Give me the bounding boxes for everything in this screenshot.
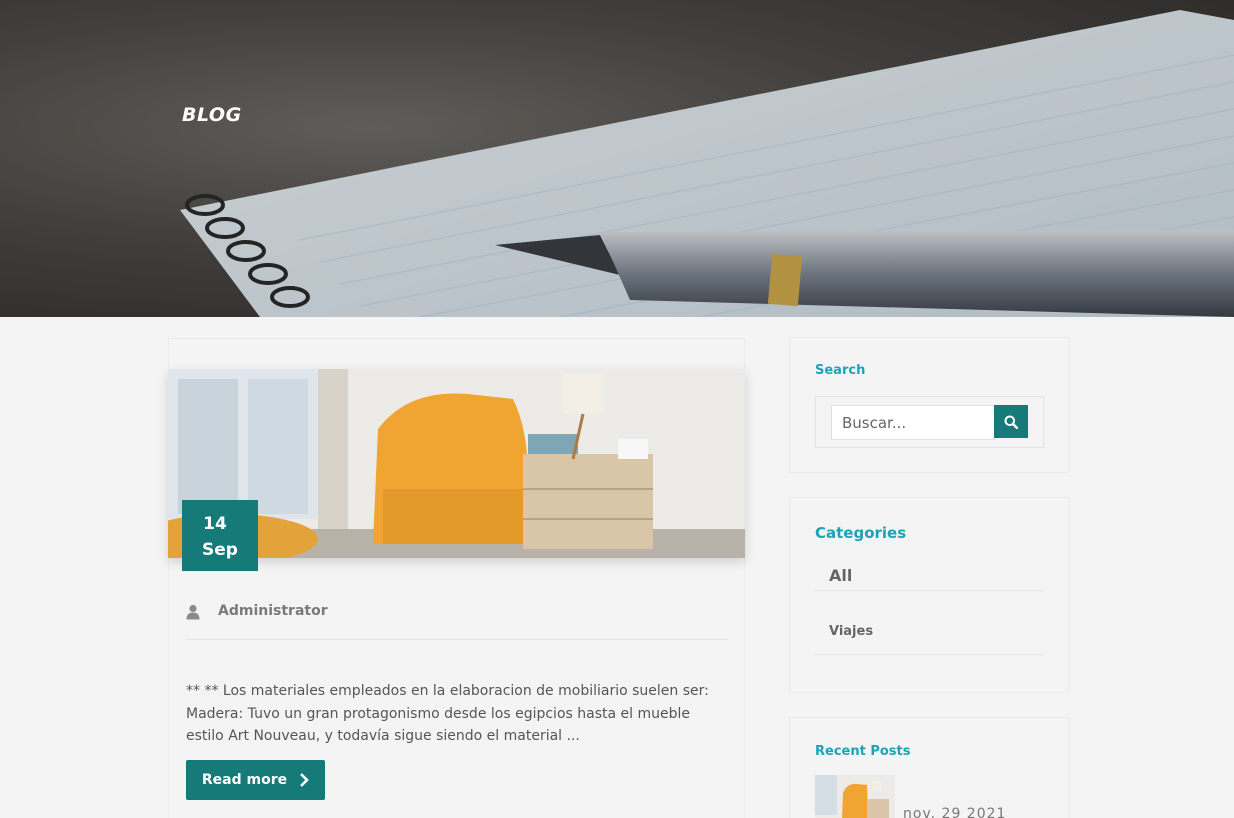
- post-meta: Administrator: [186, 600, 728, 640]
- hero-banner: BLOG: [0, 0, 1234, 317]
- chevron-right-icon: [300, 773, 309, 787]
- search-widget-title: Search: [815, 363, 866, 378]
- recent-posts-title: Recent Posts: [815, 744, 911, 759]
- read-more-button[interactable]: Read more: [186, 760, 325, 800]
- category-item-all[interactable]: All: [815, 561, 1044, 591]
- search-button[interactable]: [994, 405, 1028, 438]
- recent-post-thumbnail[interactable]: [815, 775, 895, 818]
- category-label: All: [829, 566, 853, 585]
- read-more-label: Read more: [201, 772, 288, 788]
- categories-widget: Categories All Viajes: [789, 497, 1069, 693]
- categories-widget-title: Categories: [815, 524, 907, 542]
- post-date-month: Sep: [202, 540, 238, 560]
- post-date-day: 14: [203, 514, 227, 534]
- search-form: [815, 396, 1044, 448]
- search-icon: [1004, 415, 1018, 429]
- category-item-viajes[interactable]: Viajes: [815, 611, 1044, 655]
- user-icon: [186, 604, 200, 620]
- search-input[interactable]: [831, 405, 995, 440]
- post-excerpt: ** ** Los materiales empleados en la ela…: [186, 683, 709, 744]
- post-date-badge: 14 Sep: [182, 500, 258, 571]
- recent-post-photo: [815, 775, 895, 818]
- recent-post-date: nov. 29 2021: [903, 806, 1007, 818]
- category-label: Viajes: [829, 624, 874, 639]
- post-author[interactable]: Administrator: [218, 603, 328, 619]
- recent-posts-widget: Recent Posts nov. 29 2021: [789, 717, 1069, 818]
- page-title: BLOG: [182, 104, 242, 126]
- search-widget: Search: [789, 337, 1069, 473]
